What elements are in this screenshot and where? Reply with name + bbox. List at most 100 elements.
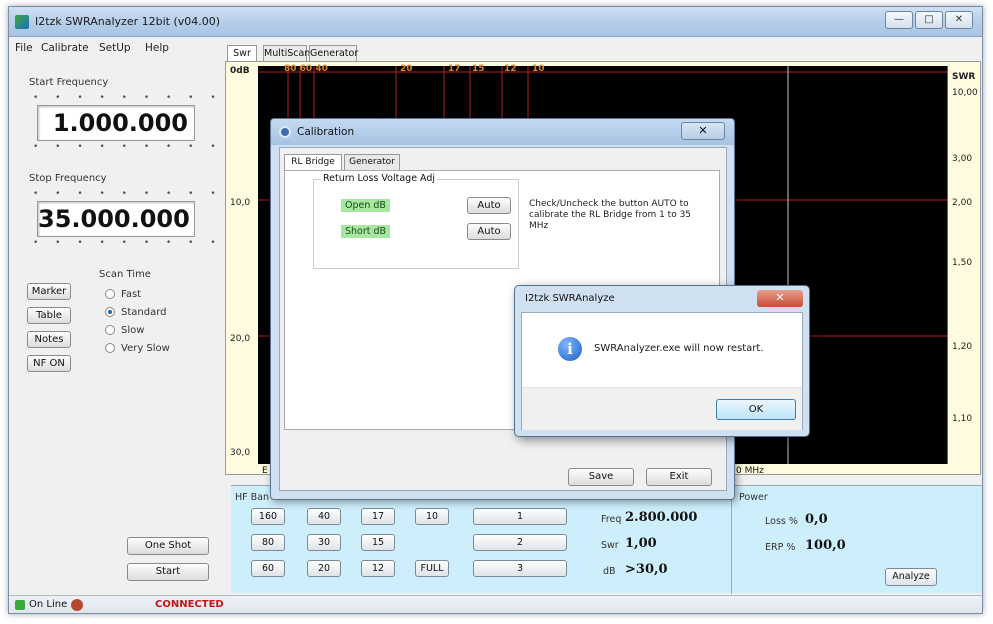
info-icon: i [558, 337, 582, 361]
analyze-button[interactable]: Analyze [885, 568, 937, 586]
tab-swr[interactable]: Swr [227, 45, 257, 61]
connection-status: CONNECTED [155, 599, 224, 610]
stop-frequency-label: Stop Frequency [29, 173, 107, 184]
right-tick: 1,50 [952, 258, 973, 268]
band-label: 12 [504, 64, 517, 74]
maximize-button[interactable]: □ [915, 11, 943, 29]
freq-value: 2.800.000 [625, 510, 698, 525]
scan-standard-radio[interactable]: Standard [105, 307, 167, 318]
table-button[interactable]: Table [27, 307, 71, 324]
calibration-help-text: Check/Uncheck the button AUTO to calibra… [529, 199, 692, 231]
db-label: dB [603, 566, 616, 577]
window-title: I2tzk SWRAnalyzer 12bit (v04.00) [35, 15, 221, 28]
memory-2-button[interactable]: 2 [473, 534, 567, 551]
freq-label: Freq [601, 514, 622, 525]
left-tick: 30,0 [230, 448, 251, 458]
erp-value: 100,0 [805, 538, 846, 553]
stop-frequency-field[interactable]: 35.000.000 [37, 201, 195, 237]
erp-label: ERP % [765, 542, 796, 553]
band-60-button[interactable]: 60 [251, 560, 285, 577]
memory-3-button[interactable]: 3 [473, 560, 567, 577]
calibration-icon [279, 126, 291, 138]
one-shot-button[interactable]: One Shot [127, 537, 209, 555]
band-label: 17 [448, 64, 461, 74]
left-tick: 20,0 [230, 334, 251, 344]
loss-label: Loss % [765, 516, 798, 527]
close-button[interactable]: ✕ [945, 11, 973, 29]
stop-dots-bottom[interactable]: • • • • • • • • • [33, 238, 223, 248]
radio-icon[interactable] [105, 307, 115, 317]
bottom-panel: HF Ban 160 40 17 10 1 80 30 15 2 60 20 1… [231, 485, 982, 594]
loss-value: 0,0 [805, 512, 828, 527]
connection-icon [71, 599, 83, 611]
start-dots-bottom[interactable]: • • • • • • • • • [33, 142, 223, 152]
status-bar: On Line CONNECTED [9, 595, 982, 613]
tab-multiscan[interactable]: MultiScan [263, 45, 310, 61]
divider [731, 486, 732, 594]
memory-1-button[interactable]: 1 [473, 508, 567, 525]
short-auto-button[interactable]: Auto [467, 223, 511, 240]
scan-fast-radio[interactable]: Fast [105, 289, 141, 300]
hf-band-label: HF Ban [235, 492, 269, 503]
start-dots-top[interactable]: • • • • • • • • • [33, 93, 223, 103]
exit-button[interactable]: Exit [646, 468, 712, 486]
band-160-button[interactable]: 160 [251, 508, 285, 525]
menu-setup[interactable]: SetUp [99, 42, 131, 54]
right-axis-title: SWR [952, 72, 976, 82]
band-80-button[interactable]: 80 [251, 534, 285, 551]
menu-help[interactable]: Help [145, 42, 169, 54]
band-40-button[interactable]: 40 [307, 508, 341, 525]
nf-on-button[interactable]: NF ON [27, 355, 71, 372]
band-label: 20 [400, 64, 413, 74]
scan-very-slow-radio[interactable]: Very Slow [105, 343, 170, 354]
app-icon [15, 15, 29, 29]
radio-icon[interactable] [105, 289, 115, 299]
x-start-label: E [262, 466, 268, 476]
power-label: Power [739, 492, 768, 503]
band-10-button[interactable]: 10 [415, 508, 449, 525]
online-icon [15, 600, 25, 610]
band-12-button[interactable]: 12 [361, 560, 395, 577]
ok-button[interactable]: OK [716, 399, 796, 420]
scan-time-label: Scan Time [99, 269, 151, 280]
band-label: 15 [472, 64, 485, 74]
band-20-button[interactable]: 20 [307, 560, 341, 577]
scan-slow-radio[interactable]: Slow [105, 325, 144, 336]
menu-bar: File Calibrate SetUp Help [9, 39, 219, 59]
x-end-label: 0 MHz [736, 466, 764, 476]
band-17-button[interactable]: 17 [361, 508, 395, 525]
swr-value: 1,00 [625, 536, 657, 551]
tab-rl-bridge[interactable]: RL Bridge [284, 154, 342, 170]
start-frequency-field[interactable]: 1.000.000 [37, 105, 195, 141]
right-tick: 1,10 [952, 414, 973, 424]
save-button[interactable]: Save [568, 468, 634, 486]
radio-icon[interactable] [105, 343, 115, 353]
start-frequency-label: Start Frequency [29, 77, 109, 88]
radio-icon[interactable] [105, 325, 115, 335]
right-tick: 3,00 [952, 154, 973, 164]
right-tick: 1,20 [952, 342, 973, 352]
menu-calibrate[interactable]: Calibrate [41, 42, 89, 54]
notes-button[interactable]: Notes [27, 331, 71, 348]
calibration-title-bar[interactable]: Calibration ✕ [271, 119, 734, 145]
band-full-button[interactable]: FULL [415, 560, 449, 577]
minimize-button[interactable]: — [885, 11, 913, 29]
band-15-button[interactable]: 15 [361, 534, 395, 551]
calibration-close-button[interactable]: ✕ [681, 122, 725, 140]
message-footer: OK [522, 387, 802, 430]
message-body: i SWRAnalyzer.exe will now restart. OK [521, 312, 803, 430]
stop-dots-top[interactable]: • • • • • • • • • [33, 189, 223, 199]
menu-file[interactable]: File [15, 42, 33, 54]
band-label: 80 60 40 [284, 64, 328, 74]
scan-fast-label: Fast [121, 289, 142, 300]
right-tick: 10,00 [952, 88, 978, 98]
message-close-button[interactable]: ✕ [757, 290, 803, 307]
tab-cal-generator[interactable]: Generator [344, 154, 400, 170]
title-bar[interactable]: I2tzk SWRAnalyzer 12bit (v04.00) — □ ✕ [9, 7, 982, 37]
message-title: I2tzk SWRAnalyze [525, 293, 615, 304]
marker-button[interactable]: Marker [27, 283, 71, 300]
band-30-button[interactable]: 30 [307, 534, 341, 551]
start-button[interactable]: Start [127, 563, 209, 581]
tab-generator[interactable]: Generator [309, 45, 358, 61]
open-auto-button[interactable]: Auto [467, 197, 511, 214]
